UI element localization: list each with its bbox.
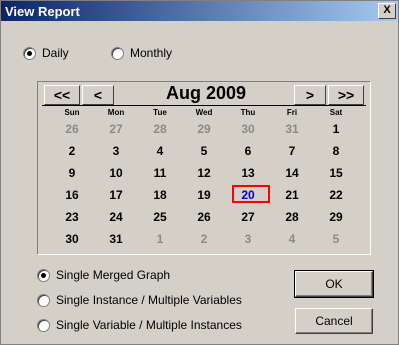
calendar-day[interactable]: 7 bbox=[270, 142, 314, 160]
calendar-day[interactable]: 2 bbox=[182, 230, 226, 248]
title-bar: View Report X bbox=[1, 1, 398, 21]
prev-month-button[interactable]: < bbox=[82, 85, 114, 105]
calendar-day[interactable]: 11 bbox=[138, 164, 182, 182]
calendar-day[interactable]: 26 bbox=[182, 208, 226, 226]
view-report-dialog: View Report X Daily Monthly << < Aug 200… bbox=[0, 0, 399, 345]
calendar-day[interactable]: 29 bbox=[314, 208, 358, 226]
calendar-day[interactable]: 5 bbox=[314, 230, 358, 248]
weekday-header: Mon bbox=[107, 108, 125, 117]
month-label: Aug 2009 bbox=[165, 83, 247, 103]
weekday-header: Fri bbox=[286, 108, 298, 117]
calendar-day[interactable]: 24 bbox=[94, 208, 138, 226]
instance-multi-vars-label: Single Instance / Multiple Variables bbox=[56, 293, 242, 307]
calendar-day[interactable]: 9 bbox=[50, 164, 94, 182]
calendar-day[interactable]: 28 bbox=[138, 120, 182, 138]
calendar-day[interactable]: 27 bbox=[94, 120, 138, 138]
calendar-day[interactable]: 19 bbox=[182, 186, 226, 204]
instance-multi-vars-radio-circle[interactable] bbox=[37, 293, 50, 307]
calendar-day[interactable]: 12 bbox=[182, 164, 226, 182]
variable-multi-instances-radio[interactable]: Single Variable / Multiple Instances bbox=[37, 317, 242, 333]
calendar-day[interactable]: 29 bbox=[182, 120, 226, 138]
single-merged-radio-circle[interactable] bbox=[37, 268, 50, 282]
calendar-day[interactable]: 21 bbox=[270, 186, 314, 204]
calendar-day[interactable]: 30 bbox=[50, 230, 94, 248]
variable-multi-instances-radio-circle[interactable] bbox=[37, 318, 50, 332]
calendar-day[interactable]: 13 bbox=[226, 164, 270, 182]
calendar-day[interactable]: 3 bbox=[226, 230, 270, 248]
calendar-divider bbox=[42, 105, 366, 106]
cancel-button[interactable]: Cancel bbox=[295, 308, 373, 334]
calendar-day[interactable]: 17 bbox=[94, 186, 138, 204]
calendar-day[interactable]: 5 bbox=[182, 142, 226, 160]
weekday-header: Sun bbox=[64, 108, 80, 117]
calendar-day[interactable]: 4 bbox=[138, 142, 182, 160]
calendar-day[interactable]: 1 bbox=[138, 230, 182, 248]
single-merged-label: Single Merged Graph bbox=[56, 268, 171, 282]
calendar-day[interactable]: 18 bbox=[138, 186, 182, 204]
calendar-day[interactable]: 2 bbox=[50, 142, 94, 160]
daily-label: Daily bbox=[42, 46, 69, 60]
calendar-day[interactable]: 4 bbox=[270, 230, 314, 248]
weekday-header: Sat bbox=[329, 108, 343, 117]
next-month-button[interactable]: > bbox=[294, 85, 326, 105]
single-merged-radio[interactable]: Single Merged Graph bbox=[37, 267, 170, 283]
calendar-day[interactable]: 6 bbox=[226, 142, 270, 160]
weekday-header: Thu bbox=[240, 108, 256, 117]
calendar-day[interactable]: 1 bbox=[314, 120, 358, 138]
window-title: View Report bbox=[5, 4, 80, 19]
calendar-day[interactable]: 22 bbox=[314, 186, 358, 204]
calendar-day[interactable]: 28 bbox=[270, 208, 314, 226]
calendar-day[interactable]: 26 bbox=[50, 120, 94, 138]
monthly-radio[interactable]: Monthly bbox=[111, 45, 172, 61]
calendar-day[interactable]: 25 bbox=[138, 208, 182, 226]
calendar-day[interactable]: 30 bbox=[226, 120, 270, 138]
daily-radio-circle[interactable] bbox=[23, 46, 36, 60]
close-button[interactable]: X bbox=[378, 3, 396, 19]
prev-year-button[interactable]: << bbox=[44, 85, 80, 105]
next-year-button[interactable]: >> bbox=[328, 85, 364, 105]
variable-multi-instances-label: Single Variable / Multiple Instances bbox=[56, 318, 242, 332]
calendar-day[interactable]: 10 bbox=[94, 164, 138, 182]
monthly-label: Monthly bbox=[130, 46, 173, 60]
calendar-day[interactable]: 3 bbox=[94, 142, 138, 160]
calendar-day[interactable]: 8 bbox=[314, 142, 358, 160]
calendar-day[interactable]: 31 bbox=[270, 120, 314, 138]
calendar-day[interactable]: 27 bbox=[226, 208, 270, 226]
calendar-day-selected[interactable]: 20 bbox=[226, 185, 270, 204]
weekday-header: Tue bbox=[153, 108, 167, 117]
weekday-header: Wed bbox=[195, 108, 213, 117]
calendar-day[interactable]: 16 bbox=[50, 186, 94, 204]
instance-multi-vars-radio[interactable]: Single Instance / Multiple Variables bbox=[37, 292, 242, 308]
ok-button[interactable]: OK bbox=[294, 270, 374, 298]
calendar-day[interactable]: 15 bbox=[314, 164, 358, 182]
calendar-day[interactable]: 31 bbox=[94, 230, 138, 248]
monthly-radio-circle[interactable] bbox=[111, 46, 124, 60]
calendar-day[interactable]: 23 bbox=[50, 208, 94, 226]
calendar-day[interactable]: 14 bbox=[270, 164, 314, 182]
calendar: << < Aug 2009 > >> Sun Mon Tue Wed Thu Fri Sat… bbox=[37, 81, 371, 255]
daily-radio[interactable]: Daily bbox=[23, 45, 69, 61]
